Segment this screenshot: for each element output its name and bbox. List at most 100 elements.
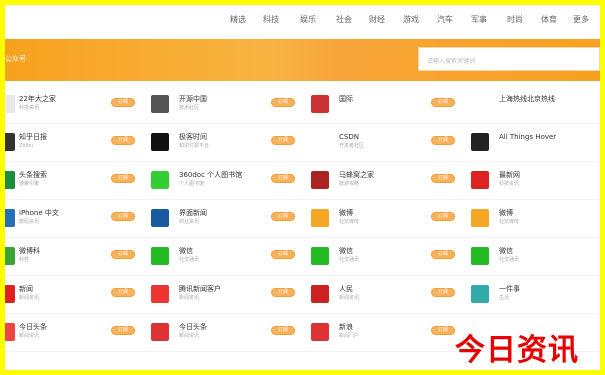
list-item[interactable]: 知乎日报 Zhihu <box>5 131 155 159</box>
item-name: 头条搜索 <box>19 171 47 179</box>
item-subtitle: 社交通讯 <box>179 257 200 263</box>
search-input[interactable]: 请输入搜索关键词 <box>418 47 600 71</box>
subscribe-button[interactable]: 订阅 <box>111 136 135 145</box>
item-subtitle: 社交媒体 <box>499 219 520 225</box>
subscribe-button[interactable]: 订阅 <box>271 326 295 335</box>
nav-item[interactable]: 精选 <box>230 15 246 25</box>
item-subtitle: Zhihu <box>19 143 34 149</box>
item-name: 微信 <box>499 247 513 255</box>
list-item[interactable]: 微博科 科技 <box>5 245 155 273</box>
item-name: 界面新闻 <box>179 209 207 217</box>
list-item[interactable]: 今日头条 新闻资讯 <box>5 321 155 349</box>
row-divider <box>5 161 600 162</box>
subscribe-button[interactable]: 订阅 <box>271 136 295 145</box>
nav-item[interactable]: 体育 <box>541 15 557 25</box>
subscribe-button[interactable]: 订阅 <box>111 326 135 335</box>
item-name: 上海热线北京热线 <box>499 95 555 103</box>
nav-item[interactable]: 社会 <box>336 15 352 25</box>
item-name: 腾讯新闻客户 <box>179 285 221 293</box>
item-subtitle: 搜索引擎 <box>19 181 40 187</box>
subscribe-button[interactable]: 订阅 <box>271 174 295 183</box>
app-icon <box>471 171 489 189</box>
app-icon <box>311 285 329 303</box>
app-icon <box>5 247 15 265</box>
subscribe-button[interactable]: 订阅 <box>111 288 135 297</box>
item-subtitle: 新闻资讯 <box>339 295 360 301</box>
row-divider <box>5 199 600 200</box>
subscribe-button[interactable]: 订阅 <box>271 212 295 221</box>
app-icon <box>5 209 15 227</box>
item-subtitle: 生活 <box>499 295 510 301</box>
item-name: 国际 <box>339 95 353 103</box>
item-name: 微博 <box>499 209 513 217</box>
item-name: 开源中国 <box>179 95 207 103</box>
nav-item[interactable]: 汽车 <box>437 15 453 25</box>
app-icon <box>471 95 489 113</box>
app-icon <box>471 133 489 151</box>
item-subtitle: 社交媒体 <box>339 219 360 225</box>
item-subtitle: 技术社区 <box>179 105 200 111</box>
app-icon <box>311 171 329 189</box>
item-name: 极客时间 <box>179 133 207 141</box>
app-icon <box>151 133 169 151</box>
app-icon <box>471 209 489 227</box>
subscribe-button[interactable]: 订阅 <box>431 98 455 107</box>
item-name: 新浪 <box>339 323 353 331</box>
nav-item[interactable]: 娱乐 <box>300 15 316 25</box>
subscribe-button[interactable]: 订阅 <box>431 326 455 335</box>
app-icon <box>151 285 169 303</box>
item-name: 微博 <box>339 209 353 217</box>
item-name: 22年大之家 <box>19 95 56 103</box>
item-name: 360doc 个人图书馆 <box>179 171 243 179</box>
list-item[interactable]: All Things Hover <box>471 131 600 159</box>
subscribe-button[interactable]: 订阅 <box>271 288 295 297</box>
item-subtitle: 新闻资讯 <box>19 295 40 301</box>
list-item[interactable]: 22年大之家 科技资讯 <box>5 93 155 121</box>
subscribe-button[interactable]: 订阅 <box>431 174 455 183</box>
nav-item[interactable]: 时尚 <box>507 15 523 25</box>
subscribe-button[interactable]: 订阅 <box>111 98 135 107</box>
subscribe-button[interactable]: 订阅 <box>271 98 295 107</box>
subscribe-button[interactable]: 订阅 <box>111 250 135 259</box>
list-item[interactable]: iPhone 中文 数码资讯 <box>5 207 155 235</box>
list-item[interactable]: 微博 社交媒体 <box>471 207 600 235</box>
item-subtitle: 新闻门户 <box>339 333 360 339</box>
item-subtitle: 数码资讯 <box>19 219 40 225</box>
list-item[interactable]: 最新网 科技资讯 <box>471 169 600 197</box>
app-icon <box>311 323 329 341</box>
subscribe-button[interactable]: 订阅 <box>271 250 295 259</box>
nav-item[interactable]: 财经 <box>369 15 385 25</box>
subscribe-button[interactable]: 订阅 <box>431 288 455 297</box>
item-name: 新闻 <box>19 285 33 293</box>
list-item[interactable]: 新闻 新闻资讯 <box>5 283 155 311</box>
item-subtitle: 知识付费平台 <box>179 143 210 149</box>
nav-item[interactable]: 军事 <box>471 15 487 25</box>
list-item[interactable]: 一件事 生活 <box>471 283 600 311</box>
nav-item[interactable]: 游戏 <box>403 15 419 25</box>
nav-item[interactable]: 科技 <box>263 15 279 25</box>
item-subtitle: 新闻资讯 <box>179 333 200 339</box>
app-window: 精选 科技 娱乐 社会 财经 游戏 汽车 军事 时尚 体育 更多 公众号 请输入… <box>5 5 600 370</box>
watermark: 今日资讯 <box>455 333 579 368</box>
subscribe-button[interactable]: 订阅 <box>431 136 455 145</box>
item-subtitle: 个人图书馆 <box>179 181 205 187</box>
app-icon <box>471 247 489 265</box>
item-name: 今日头条 <box>19 323 47 331</box>
item-subtitle: 新闻资讯 <box>19 333 40 339</box>
row-divider <box>5 275 600 276</box>
subscribe-button[interactable]: 订阅 <box>111 174 135 183</box>
app-icon <box>311 95 329 113</box>
app-icon <box>5 285 15 303</box>
list-item[interactable]: 上海热线北京热线 <box>471 93 600 121</box>
list-item[interactable]: 头条搜索 搜索引擎 <box>5 169 155 197</box>
subscribe-button[interactable]: 订阅 <box>431 250 455 259</box>
item-name: 人民 <box>339 285 353 293</box>
subscribe-button[interactable]: 订阅 <box>431 212 455 221</box>
item-name: 微信 <box>179 247 193 255</box>
list-item[interactable]: 微信 社交通讯 <box>471 245 600 273</box>
item-subtitle: 社交通讯 <box>339 257 360 263</box>
item-name: All Things Hover <box>499 133 557 141</box>
nav-item[interactable]: 更多 <box>573 15 589 25</box>
subscribe-button[interactable]: 订阅 <box>111 212 135 221</box>
app-icon <box>5 133 15 151</box>
